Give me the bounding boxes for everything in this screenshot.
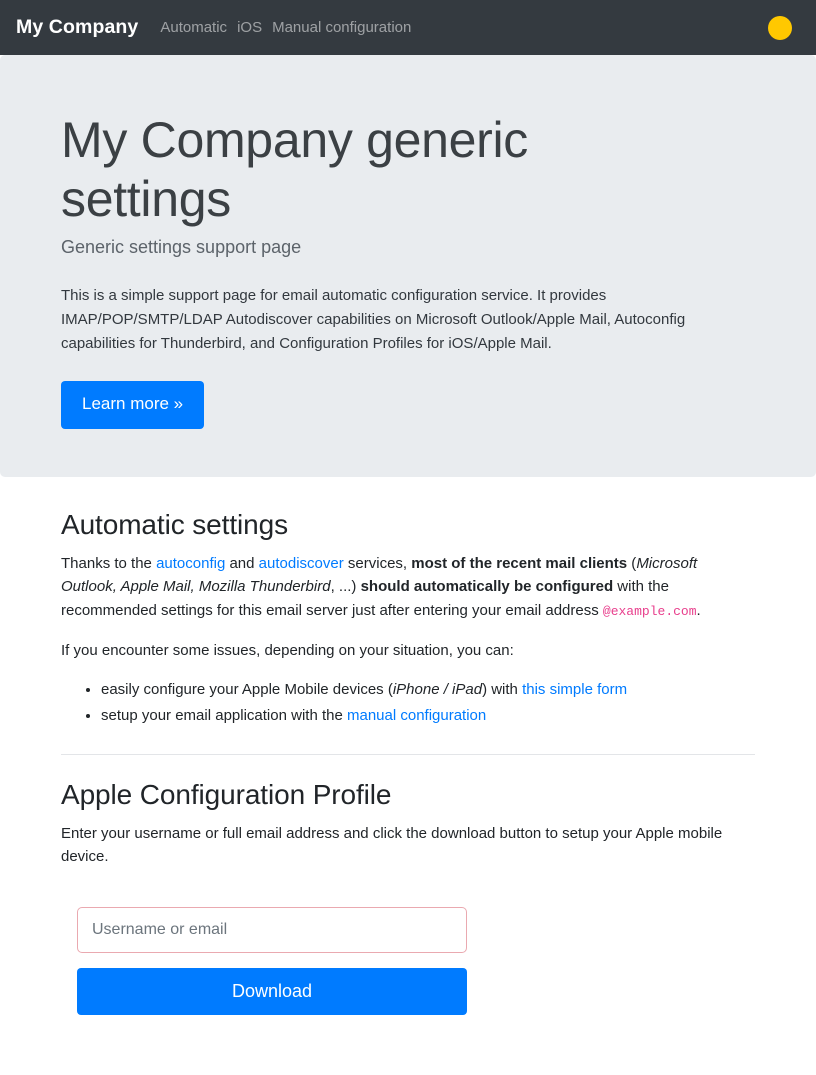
section-divider <box>61 753 755 755</box>
text-fragment: services, <box>343 554 412 572</box>
text-fragment: setup your email application with the <box>101 707 347 725</box>
manual-configuration-link[interactable]: manual configuration <box>347 707 486 724</box>
apple-configuration-description: Enter your username or full email addres… <box>61 824 723 866</box>
status-indicator-icon[interactable] <box>768 15 792 40</box>
page-subtitle: Generic settings support page <box>61 237 302 257</box>
hero-jumbotron: My Company generic settings Generic sett… <box>0 55 816 477</box>
navbar-right-area <box>768 15 792 40</box>
learn-more-button[interactable]: Learn more » <box>61 381 205 429</box>
automatic-settings-section: Automatic settings Thanks to the autocon… <box>61 477 755 728</box>
page-title: My Company generic settings <box>61 112 529 227</box>
text-fragment: and <box>225 554 259 572</box>
nav-link-automatic[interactable]: Automatic <box>160 19 237 36</box>
navbar-item: Manual configuration <box>272 16 421 39</box>
list-item: setup your email application with the ma… <box>101 704 755 728</box>
automatic-settings-paragraph: Thanks to the autoconfig and autodiscove… <box>61 552 755 623</box>
example-domain-code: @example.com <box>602 604 697 620</box>
text-fragment: ) with <box>482 681 523 699</box>
emphasis-text: should automatically be configured <box>360 578 614 596</box>
automatic-settings-title: Automatic settings <box>61 508 288 540</box>
text-fragment: ( <box>627 554 637 572</box>
hero-description: This is a simple support page for email … <box>61 287 686 352</box>
troubleshooting-list: easily configure your Apple Mobile devic… <box>61 678 755 727</box>
text-fragment: easily configure your Apple Mobile devic… <box>101 681 393 699</box>
navbar-links: Automatic iOS Manual configuration <box>160 16 421 39</box>
troubleshooting-intro: If you encounter some issues, depending … <box>61 641 514 659</box>
nav-link-ios[interactable]: iOS <box>237 19 272 36</box>
apple-configuration-profile-section: Apple Configuration Profile Enter your u… <box>61 777 755 1016</box>
nav-link-manual-configuration[interactable]: Manual configuration <box>272 19 421 36</box>
autoconfig-link[interactable]: autoconfig <box>156 555 225 572</box>
apple-configuration-profile-title: Apple Configuration Profile <box>61 778 392 810</box>
navbar-item: iOS <box>237 16 272 39</box>
simple-form-link[interactable]: this simple form <box>522 681 627 698</box>
download-button[interactable]: Download <box>77 968 467 1016</box>
text-fragment: . <box>696 602 701 620</box>
apple-profile-form: Download <box>61 885 755 1016</box>
text-fragment: , ...) <box>330 578 361 596</box>
autodiscover-link[interactable]: autodiscover <box>259 555 344 572</box>
navbar-brand[interactable]: My Company <box>16 12 138 42</box>
username-or-email-input[interactable] <box>77 907 467 954</box>
navbar-item: Automatic <box>160 16 237 39</box>
text-fragment: Thanks to the <box>61 554 157 572</box>
list-item: easily configure your Apple Mobile devic… <box>101 678 755 702</box>
main-content: Automatic settings Thanks to the autocon… <box>0 477 816 1016</box>
top-navbar: My Company Automatic iOS Manual configur… <box>0 0 816 55</box>
italic-text: iPhone / iPad <box>392 681 483 699</box>
emphasis-text: most of the recent mail clients <box>411 554 628 572</box>
